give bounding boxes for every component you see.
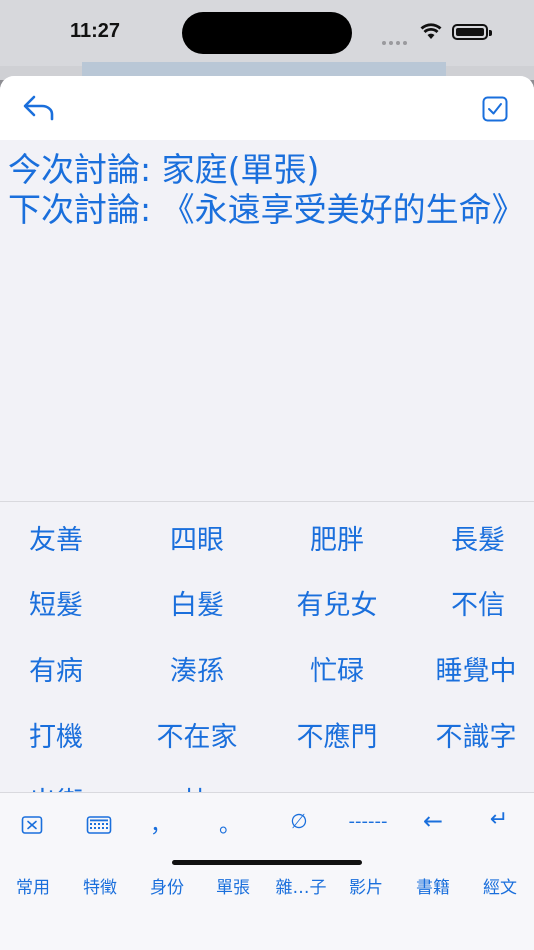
status-time: 11:27 [70,20,121,42]
tab-scriptures[interactable]: 經文 [467,873,533,898]
phrase-button[interactable]: 不應門 [277,715,397,754]
phrase-button[interactable]: 打機 [0,715,116,754]
dashes-key[interactable]: ------ [336,811,400,843]
phrase-button[interactable]: 短髮 [0,583,116,622]
editor-sheet: 今次討論: 家庭(單張) 下次討論: 《永遠享受美好的生命》 友善 四眼 肥胖 … [0,76,534,950]
sheet-header [0,76,534,140]
phrase-button[interactable]: 肥胖 [277,518,397,557]
phrase-button[interactable]: 快 [137,780,257,792]
keyboard-toggle[interactable] [74,811,124,843]
tab-features[interactable]: 特徵 [67,873,133,898]
tab-leaflets[interactable]: 單張 [200,873,266,898]
phrase-button[interactable]: 不識字 [416,715,534,754]
phrase-button[interactable]: 白髮 [137,583,257,622]
battery-icon [452,24,492,40]
cellular-signal-icon [382,30,410,49]
home-indicator [172,860,362,865]
delete-key[interactable] [7,811,57,843]
period-key[interactable]: 。 [205,807,255,839]
phrase-button[interactable]: 友善 [0,518,116,557]
phrase-button[interactable]: 有病 [0,649,116,688]
bottom-toolbar: ， 。 ∅ ------ ← ↵ 常用 特徵 身份 單張 雜…子 影片 書籍 經… [0,792,534,950]
editor-line-next: 下次討論: 《永遠享受美好的生命》 [8,190,525,229]
checkbox-done-icon[interactable] [482,96,508,122]
phrase-button[interactable]: 有兒女 [277,583,397,622]
phrase-grid: 友善 四眼 肥胖 長髮 短髮 白髮 有兒女 不信 有病 湊孫 忙碌 睡覺中 打機… [0,502,534,792]
dynamic-island [182,12,352,54]
phrase-button[interactable]: 睡覺中 [416,649,534,688]
editor-line-current: 今次討論: 家庭(單張) [8,150,320,189]
phrase-button[interactable]: 不信 [418,583,534,622]
phrase-button[interactable]: 出街 [0,780,116,792]
wifi-icon [420,23,442,39]
tab-common[interactable]: 常用 [0,873,66,898]
phrase-button[interactable]: 四眼 [137,518,257,557]
discussion-text-editor[interactable]: 今次討論: 家庭(單張) 下次討論: 《永遠享受美好的生命》 [0,140,534,502]
tab-magazines[interactable]: 雜…子 [266,873,336,898]
tab-books[interactable]: 書籍 [400,873,466,898]
status-bar: 11:27 [0,0,534,66]
undo-icon[interactable] [22,94,56,122]
comma-key[interactable]: ， [136,807,186,839]
return-key[interactable]: ↵ [474,807,524,839]
phrase-button[interactable]: 湊孫 [137,649,257,688]
tab-videos[interactable]: 影片 [333,873,399,898]
tab-identity[interactable]: 身份 [134,873,200,898]
delete-icon [21,816,43,834]
phrase-button[interactable]: 忙碌 [277,649,397,688]
empty-set-key[interactable]: ∅ [274,809,324,841]
phrase-button[interactable]: 長髮 [418,518,534,557]
arrow-left-key[interactable]: ← [408,807,458,839]
keyboard-icon [86,816,112,834]
phrase-button[interactable]: 不在家 [137,715,257,754]
